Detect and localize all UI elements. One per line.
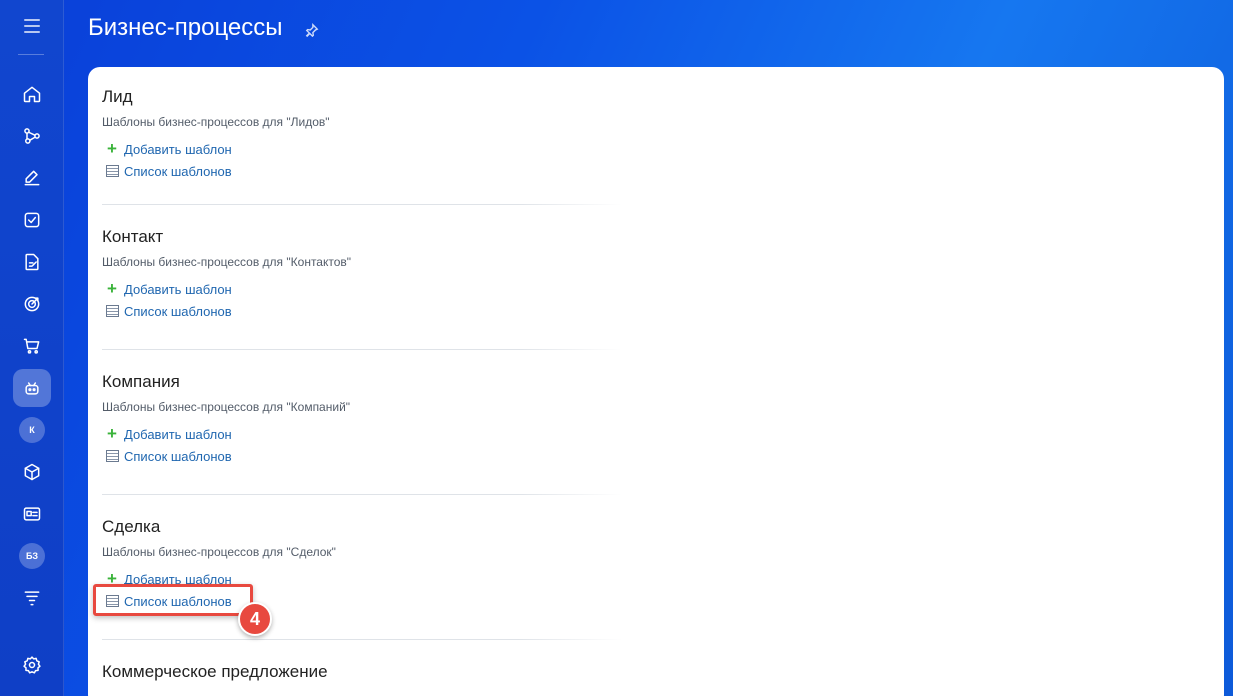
add-template-link[interactable]: + Добавить шаблон [102,278,622,300]
left-sidebar: К БЗ [0,0,64,696]
list-icon [105,304,119,318]
cart-icon[interactable] [13,327,51,365]
highlight-box [93,584,253,616]
section-title: Коммерческое предложение [102,662,328,681]
document-edit-icon[interactable] [13,243,51,281]
sidebar-divider [18,54,44,55]
page-title: Бизнес-процессы [88,14,283,41]
section-divider [102,494,622,495]
section-lead: Лид Шаблоны бизнес-процессов для "Лидов"… [102,87,622,182]
sidebar-item-k[interactable]: К [13,411,51,449]
k-badge: К [19,417,45,443]
gear-icon[interactable] [13,646,51,684]
pencil-icon[interactable] [13,159,51,197]
list-icon [105,449,119,463]
bz-badge: БЗ [19,543,45,569]
list-icon [105,164,119,178]
template-list-label: Список шаблонов [124,163,232,179]
add-template-link[interactable]: + Добавить шаблон [102,423,622,445]
plus-icon: + [107,279,117,298]
pin-icon[interactable] [305,23,319,38]
id-card-icon[interactable] [13,495,51,533]
section-divider [102,349,622,350]
add-template-label: Добавить шаблон [124,281,232,297]
section-contact: Контакт Шаблоны бизнес-процессов для "Ко… [102,227,622,322]
crm-flow-icon[interactable] [13,117,51,155]
template-list-label: Список шаблонов [124,448,232,464]
template-list-link[interactable]: Список шаблонов [102,300,622,322]
section-description: Шаблоны бизнес-процессов для "Сделок" [102,545,336,559]
template-list-link[interactable]: Список шаблонов [102,160,622,182]
section-title: Сделка [102,517,161,536]
box-icon[interactable] [13,453,51,491]
section-title: Контакт [102,227,164,246]
section-title: Компания [102,372,180,391]
add-template-link[interactable]: + Добавить шаблон [102,138,622,160]
section-description: Шаблоны бизнес-процессов для "Контактов" [102,255,352,269]
add-template-label: Добавить шаблон [124,426,232,442]
section-description: Шаблоны бизнес-процессов для "Компаний" [102,400,351,414]
robot-icon[interactable] [13,369,51,407]
template-list-label: Список шаблонов [124,303,232,319]
template-list-link[interactable]: Список шаблонов [102,445,622,467]
section-title: Лид [102,87,133,106]
section-commercial-offer: Коммерческое предложение [102,662,622,690]
section-divider [102,204,622,205]
step-badge: 4 [238,602,272,636]
target-icon[interactable] [13,285,51,323]
section-divider [102,639,622,640]
plus-icon: + [107,139,117,158]
funnel-icon[interactable] [13,579,51,617]
plus-icon: + [107,424,117,443]
task-check-icon[interactable] [13,201,51,239]
section-company: Компания Шаблоны бизнес-процессов для "К… [102,372,622,467]
section-description: Шаблоны бизнес-процессов для "Лидов" [102,115,330,129]
home-icon[interactable] [13,75,51,113]
add-template-label: Добавить шаблон [124,141,232,157]
sidebar-item-bz[interactable]: БЗ [13,537,51,575]
hamburger-menu-icon[interactable] [19,13,45,39]
